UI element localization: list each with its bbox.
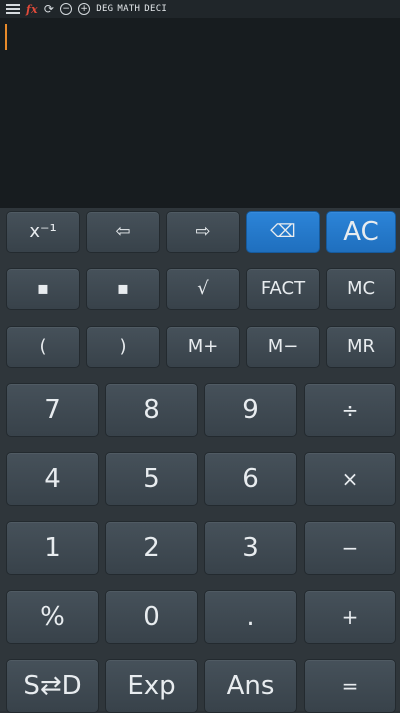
arrow-left-icon: ⇦ xyxy=(115,221,131,242)
fx-icon[interactable]: fx xyxy=(26,3,38,16)
multiply-button[interactable]: × xyxy=(304,452,396,506)
plus-circle-icon[interactable]: + xyxy=(78,3,91,15)
all-clear-button[interactable]: AC xyxy=(326,211,396,253)
menu-icon[interactable] xyxy=(6,4,20,14)
text-cursor xyxy=(5,24,7,50)
digit-7-button[interactable]: 7 xyxy=(6,383,99,437)
factorial-button[interactable]: FACT xyxy=(246,268,320,310)
calculator-display[interactable] xyxy=(0,18,400,210)
decimal-point-button[interactable]: . xyxy=(204,590,297,644)
memory-add-button[interactable]: M+ xyxy=(166,326,240,368)
equals-button[interactable]: = xyxy=(304,659,396,713)
cursor-right-button[interactable]: ⇨ xyxy=(166,211,240,253)
mixed-fraction-button[interactable]: ▪ xyxy=(86,268,160,310)
minus-circle-icon[interactable]: − xyxy=(60,3,73,15)
memory-recall-button[interactable]: MR xyxy=(326,326,396,368)
ans-button[interactable]: Ans xyxy=(204,659,297,713)
arrow-right-icon: ⇨ xyxy=(195,221,211,242)
digit-9-button[interactable]: 9 xyxy=(204,383,297,437)
subtract-button[interactable]: − xyxy=(304,521,396,575)
memory-subtract-button[interactable]: M− xyxy=(246,326,320,368)
sync-icon[interactable]: ⟳ xyxy=(44,3,54,15)
exp-button[interactable]: Exp xyxy=(105,659,198,713)
digit-2-button[interactable]: 2 xyxy=(105,521,198,575)
keypad: x⁻¹ ⇦ ⇨ ⌫ AC ▪ ▪ √ FACT MC ( ) M+ M− MR … xyxy=(0,208,400,713)
fraction-icon: ▪ xyxy=(36,278,50,299)
s-d-toggle-button[interactable]: S⇄D xyxy=(6,659,99,713)
digit-4-button[interactable]: 4 xyxy=(6,452,99,506)
digit-5-button[interactable]: 5 xyxy=(105,452,198,506)
sqrt-icon: √ xyxy=(197,278,209,299)
close-paren-button[interactable]: ) xyxy=(86,326,160,368)
square-root-button[interactable]: √ xyxy=(166,268,240,310)
divide-button[interactable]: ÷ xyxy=(304,383,396,437)
mixed-fraction-icon: ▪ xyxy=(116,278,130,299)
digit-6-button[interactable]: 6 xyxy=(204,452,297,506)
percent-button[interactable]: % xyxy=(6,590,99,644)
backspace-icon: ⌫ xyxy=(270,221,296,242)
digit-0-button[interactable]: 0 xyxy=(105,590,198,644)
digit-3-button[interactable]: 3 xyxy=(204,521,297,575)
digit-1-button[interactable]: 1 xyxy=(6,521,99,575)
open-paren-button[interactable]: ( xyxy=(6,326,80,368)
fraction-button[interactable]: ▪ xyxy=(6,268,80,310)
backspace-button[interactable]: ⌫ xyxy=(246,211,320,253)
reciprocal-button[interactable]: x⁻¹ xyxy=(6,211,80,253)
angle-mode: DEG xyxy=(96,4,114,14)
mode-indicators: DEG MATH DECI xyxy=(96,4,167,14)
memory-clear-button[interactable]: MC xyxy=(326,268,396,310)
number-mode: DECI xyxy=(144,4,168,14)
digit-8-button[interactable]: 8 xyxy=(105,383,198,437)
cursor-left-button[interactable]: ⇦ xyxy=(86,211,160,253)
input-mode: MATH xyxy=(117,4,141,14)
status-bar: fx ⟳ − + DEG MATH DECI xyxy=(0,0,400,18)
add-button[interactable]: + xyxy=(304,590,396,644)
